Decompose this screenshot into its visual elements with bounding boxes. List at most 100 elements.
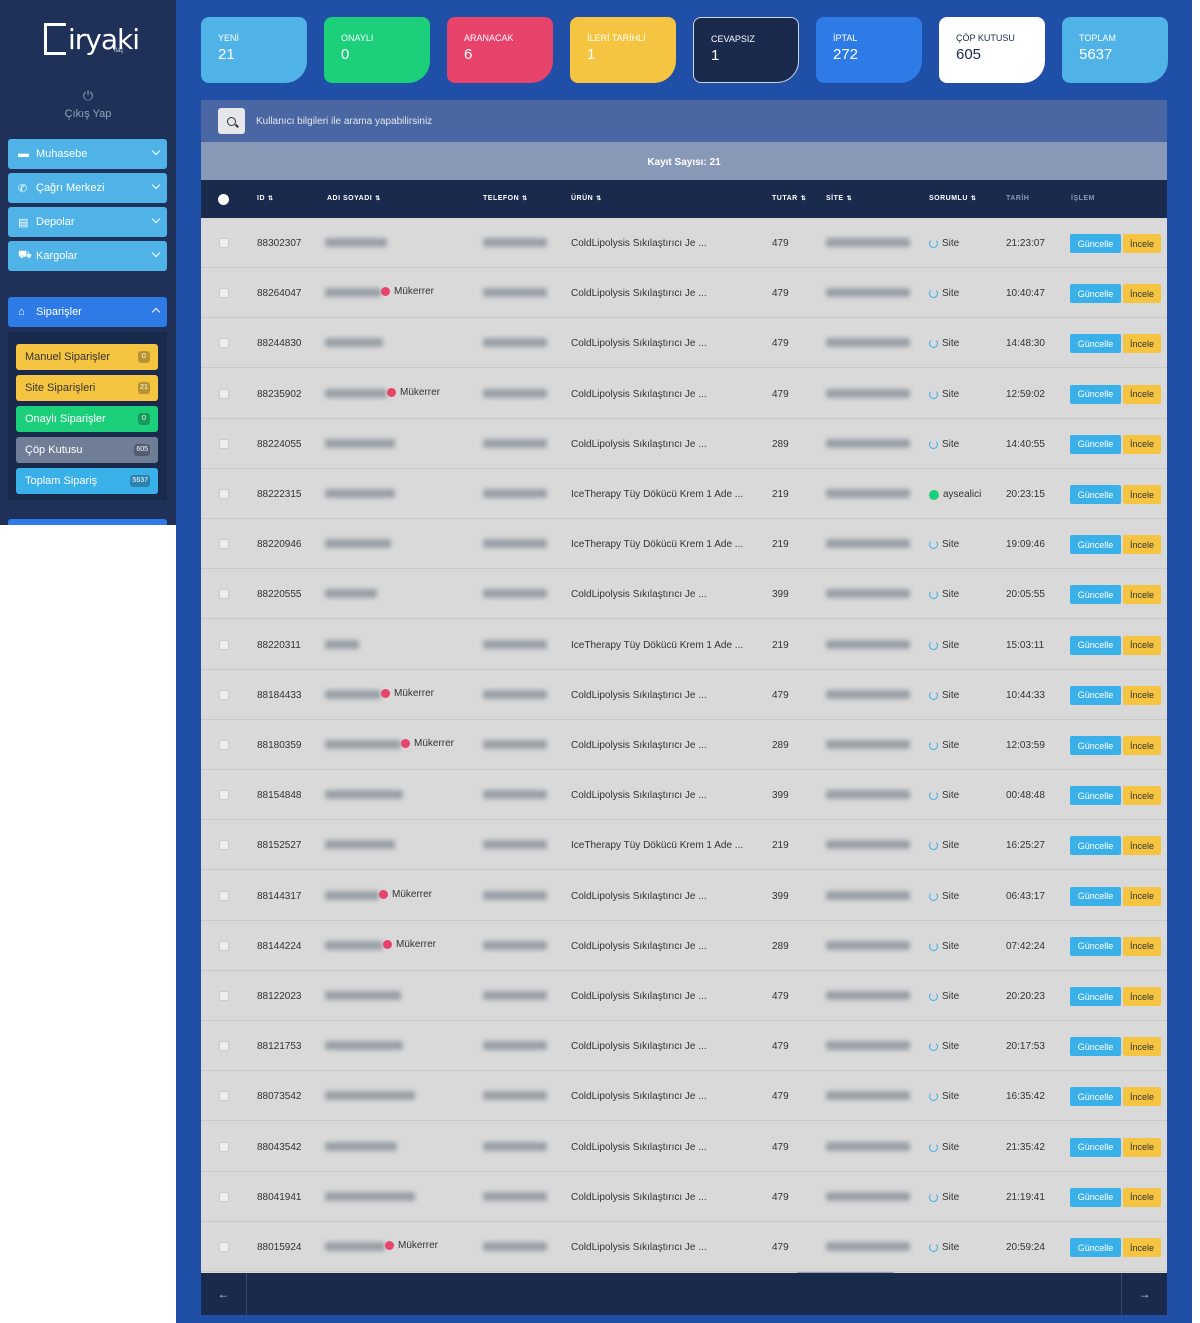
update-button[interactable]: Güncelle (1070, 1087, 1121, 1107)
inspect-button[interactable]: İncele (1123, 786, 1161, 806)
table-row[interactable]: 88144224 Mükerrer ColdLipolysis Sıkılaştır… (201, 921, 1167, 971)
table-row[interactable]: 88041941 ColdLipolysis Sıkılaştırıcı Je .… (201, 1172, 1167, 1222)
row-checkbox[interactable] (219, 1242, 229, 1252)
row-checkbox[interactable] (219, 1091, 229, 1102)
update-button[interactable]: Güncelle (1070, 635, 1121, 655)
sidebar-next-item[interactable] (8, 519, 167, 525)
table-row[interactable]: 88154848 ColdLipolysis Sıkılaştırıcı Je .… (201, 770, 1167, 821)
inspect-button[interactable]: İncele (1123, 886, 1161, 906)
inspect-button[interactable]: İncele (1123, 936, 1161, 956)
row-checkbox[interactable] (219, 790, 229, 801)
update-button[interactable]: Güncelle (1070, 736, 1121, 755)
table-row[interactable]: 88043542 ColdLipolysis Sıkılaştırıcı Je .… (201, 1122, 1167, 1172)
table-row[interactable]: 88184433 Mükerrer ColdLipolysis Sıkılaştır… (201, 670, 1167, 720)
inspect-button[interactable]: İncele (1123, 987, 1161, 1006)
inspect-button[interactable]: İncele (1123, 1187, 1161, 1207)
search-button[interactable] (218, 108, 245, 134)
row-checkbox[interactable] (219, 539, 229, 550)
row-checkbox[interactable] (219, 238, 229, 248)
update-button[interactable]: Güncelle (1070, 685, 1121, 705)
table-row[interactable]: 88244830 ColdLipolysis Sıkılaştırıcı Je .… (201, 318, 1167, 369)
update-button[interactable]: Güncelle (1070, 485, 1121, 504)
table-row[interactable]: 88224055 ColdLipolysis Sıkılaştırıcı Je .… (201, 419, 1167, 469)
table-row[interactable]: 88220555 ColdLipolysis Sıkılaştırıcı Je .… (201, 569, 1167, 620)
column-header-product[interactable]: ÜRÜN ⇅ (571, 195, 602, 202)
table-row[interactable]: 88235902 Mükerrer ColdLipolysis Sıkılaştır… (201, 369, 1167, 419)
column-header-owner[interactable]: SORUMLU ⇅ (929, 195, 976, 202)
row-checkbox[interactable] (219, 1191, 229, 1202)
inspect-button[interactable]: İncele (1123, 485, 1161, 504)
inspect-button[interactable]: İncele (1123, 1037, 1161, 1057)
table-row[interactable]: 88180359 Mükerrer ColdLipolysis Sıkılaştır… (201, 720, 1167, 770)
select-all-checkbox[interactable] (218, 194, 229, 205)
row-checkbox[interactable] (219, 840, 229, 851)
submenu-item-cop-kutusu[interactable]: Çöp Kutusu 605 (16, 437, 158, 463)
row-checkbox[interactable] (219, 639, 229, 650)
row-checkbox[interactable] (219, 689, 229, 700)
update-button[interactable]: Güncelle (1070, 434, 1121, 454)
table-row[interactable]: 88144317 Mükerrer ColdLipolysis Sıkılaştır… (201, 871, 1167, 921)
stat-card[interactable]: CEVAPSIZ 1 (693, 17, 799, 83)
inspect-button[interactable]: İncele (1123, 635, 1161, 655)
row-checkbox[interactable] (219, 1141, 229, 1152)
sidebar-item-depolar[interactable]: ▤ Depolar (8, 207, 167, 237)
sidebar-item-siparisler[interactable]: ⌂ Siparişler (8, 297, 167, 327)
table-row[interactable]: 88152527 IceTherapy Tüy Dökücü Krem 1 Ade… (201, 820, 1167, 871)
sidebar-item-cagri-merkezi[interactable]: ✆ Çağrı Merkezi (8, 173, 167, 203)
inspect-button[interactable]: İncele (1123, 736, 1161, 755)
inspect-button[interactable]: İncele (1123, 1087, 1161, 1107)
inspect-button[interactable]: İncele (1123, 334, 1161, 354)
update-button[interactable]: Güncelle (1070, 384, 1121, 404)
inspect-button[interactable]: İncele (1123, 284, 1161, 304)
sidebar-item-kargolar[interactable]: ⛟ Kargolar (8, 241, 167, 271)
row-checkbox[interactable] (219, 589, 229, 600)
submenu-item-onayli[interactable]: Onaylı Siparişler 0 (16, 406, 158, 432)
stat-card[interactable]: ARANACAK 6 (447, 17, 553, 83)
sidebar-item-muhasebe[interactable]: ▬ Muhasebe (8, 139, 167, 169)
prev-page-button[interactable]: ← (201, 1273, 247, 1315)
table-row[interactable]: 88220311 IceTherapy Tüy Dökücü Krem 1 Ade… (201, 620, 1167, 670)
update-button[interactable]: Güncelle (1070, 886, 1121, 906)
submenu-item-toplam[interactable]: Toplam Sipariş 5637 (16, 468, 158, 494)
update-button[interactable]: Güncelle (1070, 334, 1121, 354)
table-row[interactable]: 88220946 IceTherapy Tüy Dökücü Krem 1 Ade… (201, 519, 1167, 570)
row-checkbox[interactable] (219, 890, 229, 901)
submenu-item-manuel[interactable]: Manuel Siparişler 0 (16, 344, 158, 370)
stat-card[interactable]: ONAYLI 0 (324, 17, 430, 83)
inspect-button[interactable]: İncele (1123, 1137, 1161, 1157)
column-header-name[interactable]: ADI SOYADI ⇅ (327, 195, 381, 202)
update-button[interactable]: Güncelle (1070, 786, 1121, 806)
search-input[interactable] (256, 115, 656, 127)
table-row[interactable]: 88122023 ColdLipolysis Sıkılaştırıcı Je .… (201, 971, 1167, 1021)
column-header-id[interactable]: ID ⇅ (257, 195, 274, 202)
update-button[interactable]: Güncelle (1070, 1238, 1121, 1257)
table-row[interactable]: 88015924 Mükerrer ColdLipolysis Sıkılaştır… (201, 1222, 1167, 1272)
update-button[interactable]: Güncelle (1070, 987, 1121, 1006)
update-button[interactable]: Güncelle (1070, 936, 1121, 956)
column-header-site[interactable]: SİTE ⇅ (826, 195, 852, 202)
logout-button[interactable]: ⏻ Çıkış Yap (0, 88, 176, 120)
column-header-amount[interactable]: TUTAR ⇅ (772, 195, 806, 202)
update-button[interactable]: Güncelle (1070, 585, 1121, 605)
column-header-phone[interactable]: TELEFON ⇅ (483, 195, 528, 202)
table-row[interactable]: 88222315 IceTherapy Tüy Dökücü Krem 1 Ade… (201, 469, 1167, 519)
row-checkbox[interactable] (219, 740, 229, 750)
brand-logo[interactable]: iryaki (44, 20, 140, 58)
row-checkbox[interactable] (219, 288, 229, 299)
submenu-item-site[interactable]: Site Siparişleri 21 (16, 375, 158, 401)
update-button[interactable]: Güncelle (1070, 836, 1121, 856)
row-checkbox[interactable] (219, 388, 229, 399)
table-row[interactable]: 88073542 ColdLipolysis Sıkılaştırıcı Je .… (201, 1071, 1167, 1122)
inspect-button[interactable]: İncele (1123, 836, 1161, 856)
row-checkbox[interactable] (219, 438, 229, 449)
stat-card[interactable]: YENİ 21 (201, 17, 307, 83)
table-row[interactable]: 88121753 ColdLipolysis Sıkılaştırıcı Je .… (201, 1021, 1167, 1072)
row-checkbox[interactable] (219, 338, 229, 349)
update-button[interactable]: Güncelle (1070, 535, 1121, 555)
row-checkbox[interactable] (219, 1041, 229, 1052)
update-button[interactable]: Güncelle (1070, 1137, 1121, 1157)
row-checkbox[interactable] (219, 489, 229, 499)
update-button[interactable]: Güncelle (1070, 234, 1121, 253)
inspect-button[interactable]: İncele (1123, 1238, 1161, 1257)
inspect-button[interactable]: İncele (1123, 685, 1161, 705)
